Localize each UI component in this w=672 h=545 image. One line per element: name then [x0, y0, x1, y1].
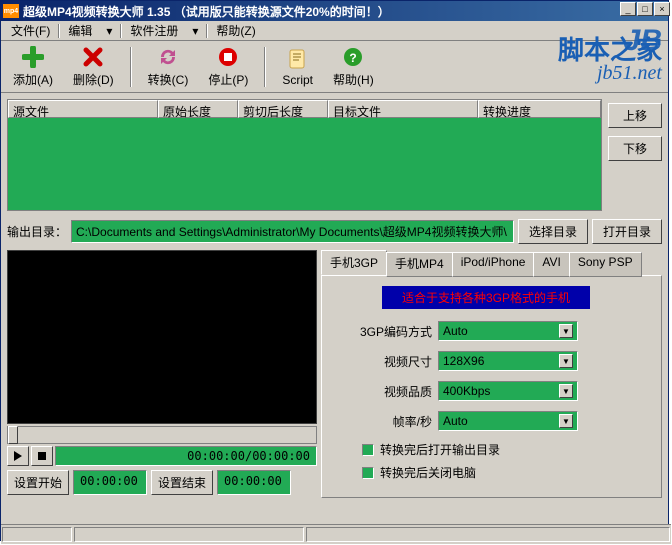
settings-pane: 手机3GP 手机MP4 iPod/iPhone AVI Sony PSP 适合于… [321, 250, 662, 498]
col-target[interactable]: 目标文件 [328, 100, 478, 118]
tab-mp4[interactable]: 手机MP4 [386, 252, 453, 277]
set-end-button[interactable]: 设置结束 [151, 470, 213, 495]
chevron-down-icon: ▼ [559, 384, 573, 398]
open-dir-checkbox[interactable]: 转换完后打开输出目录 [362, 441, 651, 458]
checkbox-icon [362, 444, 374, 456]
menu-separator [58, 24, 60, 38]
end-time: 00:00:00 [217, 470, 291, 495]
help-button[interactable]: ? 帮助(H) [329, 43, 378, 90]
file-list-header: 源文件 原始长度 剪切后长度 目标文件 转换进度 [8, 100, 601, 118]
close-button[interactable]: × [654, 2, 670, 16]
preview-video [7, 250, 317, 424]
menu-separator [206, 24, 208, 38]
quality-select[interactable]: 400Kbps▼ [438, 381, 578, 401]
start-time: 00:00:00 [73, 470, 147, 495]
add-button[interactable]: 添加(A) [9, 43, 57, 90]
toolbar-separator [264, 47, 266, 87]
window-title: 超级MP4视频转换大师 1.35 （试用版只能转换源文件20%的时间！） [23, 3, 666, 20]
format-hint: 适合于支持各种3GP格式的手机 [382, 286, 590, 309]
open-dir-button[interactable]: 打开目录 [592, 219, 662, 244]
watermark-url: jb51.net [597, 62, 662, 85]
output-dir-label: 输出目录： [7, 223, 67, 240]
col-source[interactable]: 源文件 [8, 100, 158, 118]
tab-panel: 适合于支持各种3GP格式的手机 3GP编码方式 Auto▼ 视频尺寸 128X9… [321, 275, 662, 498]
preview-slider[interactable] [7, 426, 317, 444]
encoding-label: 3GP编码方式 [332, 323, 432, 340]
minimize-button[interactable]: _ [620, 2, 636, 16]
svg-text:?: ? [350, 51, 357, 65]
fps-select[interactable]: Auto▼ [438, 411, 578, 431]
stop-playback-button[interactable] [31, 446, 53, 466]
quality-label: 视频品质 [332, 383, 432, 400]
tab-ipod[interactable]: iPod/iPhone [452, 252, 535, 277]
chevron-down-icon: ▼ [559, 354, 573, 368]
chevron-down-icon: ▼ [559, 414, 573, 428]
delete-button[interactable]: 删除(D) [69, 43, 118, 90]
x-icon [81, 45, 105, 69]
time-display: 00:00:00/00:00:00 [55, 446, 317, 466]
plus-icon [21, 45, 45, 69]
app-window: mp4 超级MP4视频转换大师 1.35 （试用版只能转换源文件20%的时间！）… [0, 0, 669, 541]
shutdown-checkbox[interactable]: 转换完后关闭电脑 [362, 464, 651, 481]
checkbox-icon [362, 467, 374, 479]
statusbar [1, 524, 671, 544]
menu-file[interactable]: 文件(F) [5, 20, 56, 41]
stop-icon [216, 45, 240, 69]
set-start-button[interactable]: 设置开始 [7, 470, 69, 495]
move-up-button[interactable]: 上移 [608, 103, 662, 128]
stop-button[interactable]: 停止(P) [204, 43, 252, 90]
fps-label: 帧率/秒 [332, 413, 432, 430]
refresh-icon [156, 45, 180, 69]
tab-3gp[interactable]: 手机3GP [321, 250, 387, 275]
tab-psp[interactable]: Sony PSP [569, 252, 642, 277]
slider-thumb[interactable] [8, 426, 18, 444]
output-path-input[interactable]: C:\Documents and Settings\Administrator\… [71, 220, 514, 243]
col-progress[interactable]: 转换进度 [478, 100, 601, 118]
menu-separator [120, 24, 122, 38]
tab-avi[interactable]: AVI [533, 252, 569, 277]
convert-button[interactable]: 转换(C) [144, 43, 193, 90]
script-icon [286, 47, 310, 71]
toolbar-separator [130, 47, 132, 87]
menu-register[interactable]: 软件注册 [124, 20, 184, 41]
col-cutlen[interactable]: 剪切后长度 [238, 100, 328, 118]
move-down-button[interactable]: 下移 [608, 136, 662, 161]
select-dir-button[interactable]: 选择目录 [518, 219, 588, 244]
file-list[interactable]: 源文件 原始长度 剪切后长度 目标文件 转换进度 [7, 99, 602, 211]
maximize-button[interactable]: □ [637, 2, 653, 16]
script-button[interactable]: Script [278, 45, 317, 89]
app-icon: mp4 [3, 4, 19, 18]
titlebar: mp4 超级MP4视频转换大师 1.35 （试用版只能转换源文件20%的时间！） [1, 1, 668, 21]
size-select[interactable]: 128X96▼ [438, 351, 578, 371]
col-origlen[interactable]: 原始长度 [158, 100, 238, 118]
preview-pane: 00:00:00/00:00:00 设置开始 00:00:00 设置结束 00:… [7, 250, 317, 498]
tabs: 手机3GP 手机MP4 iPod/iPhone AVI Sony PSP [321, 250, 662, 275]
encoding-select[interactable]: Auto▼ [438, 321, 578, 341]
chevron-down-icon: ▼ [559, 324, 573, 338]
menu-edit[interactable]: 编辑 [62, 20, 98, 41]
size-label: 视频尺寸 [332, 353, 432, 370]
help-icon: ? [341, 45, 365, 69]
play-button[interactable] [7, 446, 29, 466]
menu-help[interactable]: 帮助(Z) [210, 20, 261, 41]
